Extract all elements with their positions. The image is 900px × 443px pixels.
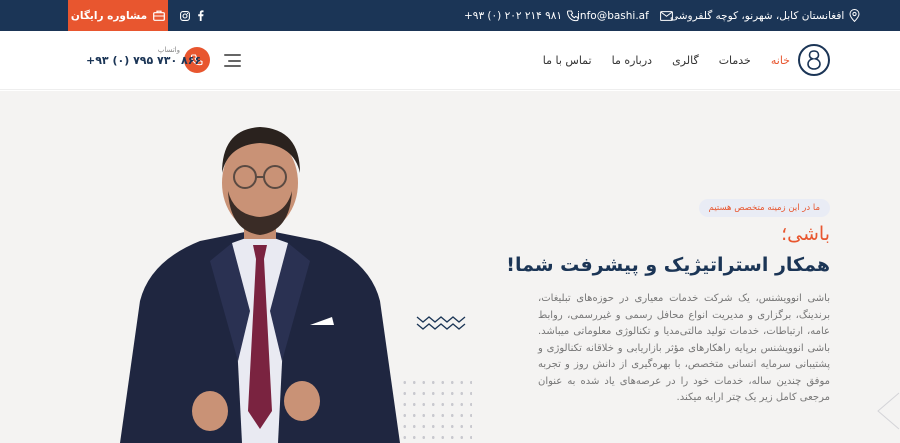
nav-item-home[interactable]: خانه xyxy=(771,54,790,67)
menu-icon[interactable] xyxy=(224,54,241,67)
briefcase-icon xyxy=(153,10,165,21)
nav-item-services[interactable]: خدمات xyxy=(719,54,751,67)
topbar-email[interactable]: info@bashi.af xyxy=(577,0,673,31)
hero-section: ما در این زمینه متخصص هستیم باشی؛ همکار … xyxy=(0,91,900,443)
hero-subtitle: باشی؛ xyxy=(781,223,830,245)
topbar-phone[interactable]: +۹۳ (۰) ۲۰۲ ۲۱۴ ۹۸۱ xyxy=(464,0,579,31)
nav-item-contact[interactable]: تماس با ما xyxy=(543,54,592,67)
top-bar: مشاوره رایگان +۹۳ (۰) ۲۰۲ ۲۱۴ ۹۸۱ info@b… xyxy=(0,0,900,31)
facebook-icon[interactable] xyxy=(193,0,207,31)
logo-icon[interactable] xyxy=(798,44,830,76)
instagram-icon[interactable] xyxy=(178,0,192,31)
topbar-email-text: info@bashi.af xyxy=(577,9,649,22)
free-consultation-label: مشاوره رایگان xyxy=(70,9,148,22)
topbar-phone-text: +۹۳ (۰) ۲۰۲ ۲۱۴ ۹۸۱ xyxy=(464,9,563,22)
free-consultation-button[interactable]: مشاوره رایگان xyxy=(68,0,168,31)
whatsapp-label: واتساپ xyxy=(157,46,180,54)
dot-pattern-decoration xyxy=(400,377,472,443)
hero-person-image xyxy=(120,127,400,443)
nav-item-gallery[interactable]: گالری xyxy=(672,54,699,67)
nav-item-about[interactable]: درباره ما xyxy=(612,54,652,67)
hero-description: باشی انوویشنس، یک شرکت خدمات معیاری در ح… xyxy=(538,293,830,403)
hero-title: همکار استراتیژیک و پیشرفت شما! xyxy=(506,254,830,276)
triangle-decoration xyxy=(877,392,900,430)
main-nav: خانه خدمات گالری درباره ما تماس با ما xyxy=(543,31,790,90)
location-icon xyxy=(849,9,860,22)
whatsapp-contact[interactable]: واتساپ +۹۳ (۰) ۷۹۵ ۷۳۰ ۸۶۶ xyxy=(86,46,202,67)
topbar-address-text: افغانستان کابل، شهرنو، کوچه گلفروشی xyxy=(670,9,845,22)
hero-tag: ما در این زمینه متخصص هستیم xyxy=(698,199,830,217)
whatsapp-number: +۹۳ (۰) ۷۹۵ ۷۳۰ ۸۶۶ xyxy=(86,54,202,67)
topbar-address: افغانستان کابل، شهرنو، کوچه گلفروشی xyxy=(670,0,860,31)
main-header: خانه خدمات گالری درباره ما تماس با ما وا… xyxy=(0,31,900,90)
zigzag-decoration xyxy=(416,316,466,330)
